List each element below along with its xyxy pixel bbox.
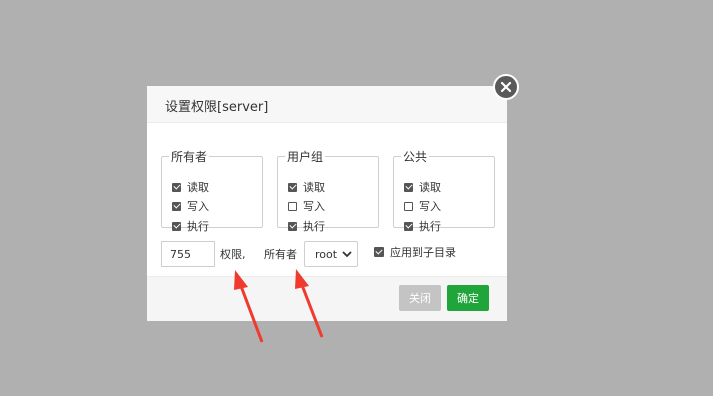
checkbox-label: 执行 [303, 220, 325, 233]
checkbox-label: 写入 [187, 200, 209, 213]
checkbox-label: 执行 [419, 220, 441, 233]
permission-dialog: 设置权限[server] 所有者 读取 写入 执行 用户组 读取 写入 执行 公… [147, 86, 507, 321]
close-icon [500, 81, 512, 93]
dialog-close-button[interactable] [493, 74, 519, 100]
checkbox-icon [172, 201, 181, 211]
public-group-legend: 公共 [403, 150, 428, 164]
group-read-checkbox[interactable]: 读取 [288, 179, 325, 195]
owner-permission-group: 所有者 读取 写入 执行 [161, 148, 263, 233]
checkbox-label: 写入 [303, 200, 325, 213]
owner-select-value: root [315, 247, 338, 261]
public-read-checkbox[interactable]: 读取 [404, 179, 441, 195]
group-permission-group: 用户组 读取 写入 执行 [277, 148, 379, 233]
checkbox-icon [404, 221, 413, 231]
checkbox-label: 执行 [187, 220, 209, 233]
checkbox-label: 读取 [419, 181, 441, 194]
checkbox-label: 读取 [187, 181, 209, 194]
public-permission-group: 公共 读取 写入 执行 [393, 148, 495, 233]
owner-execute-checkbox[interactable]: 执行 [172, 218, 209, 234]
owner-select[interactable]: root [304, 241, 358, 267]
checkbox-icon [374, 247, 384, 257]
dialog-title: 设置权限[server] [165, 100, 269, 115]
owner-read-checkbox[interactable]: 读取 [172, 179, 209, 195]
checkbox-label: 读取 [303, 181, 325, 194]
owner-write-checkbox[interactable]: 写入 [172, 198, 209, 214]
permission-label: 权限, [220, 248, 246, 261]
checkbox-icon [288, 221, 297, 231]
close-button[interactable]: 关闭 [399, 285, 441, 311]
checkbox-label: 写入 [419, 200, 441, 213]
checkbox-icon [172, 182, 181, 192]
group-write-checkbox[interactable]: 写入 [288, 198, 325, 214]
public-write-checkbox[interactable]: 写入 [404, 198, 441, 214]
owner-group-legend: 所有者 [171, 150, 208, 164]
group-group-legend: 用户组 [287, 150, 324, 164]
checkbox-icon [404, 201, 413, 211]
owner-label: 所有者 [264, 248, 297, 261]
confirm-button[interactable]: 确定 [447, 285, 489, 311]
apply-to-subdirectory-checkbox[interactable]: 应用到子目录 [374, 244, 456, 260]
checkbox-icon [288, 201, 297, 211]
permission-code-input[interactable] [161, 241, 215, 267]
checkbox-icon [172, 221, 181, 231]
dialog-footer: 关闭 确定 [147, 276, 507, 321]
checkbox-icon [404, 182, 413, 192]
checkbox-icon [288, 182, 297, 192]
chevron-down-icon [342, 251, 352, 258]
public-execute-checkbox[interactable]: 执行 [404, 218, 441, 234]
apply-to-subdirectory-label: 应用到子目录 [390, 246, 456, 259]
dialog-header: 设置权限[server] [147, 86, 507, 123]
group-execute-checkbox[interactable]: 执行 [288, 218, 325, 234]
